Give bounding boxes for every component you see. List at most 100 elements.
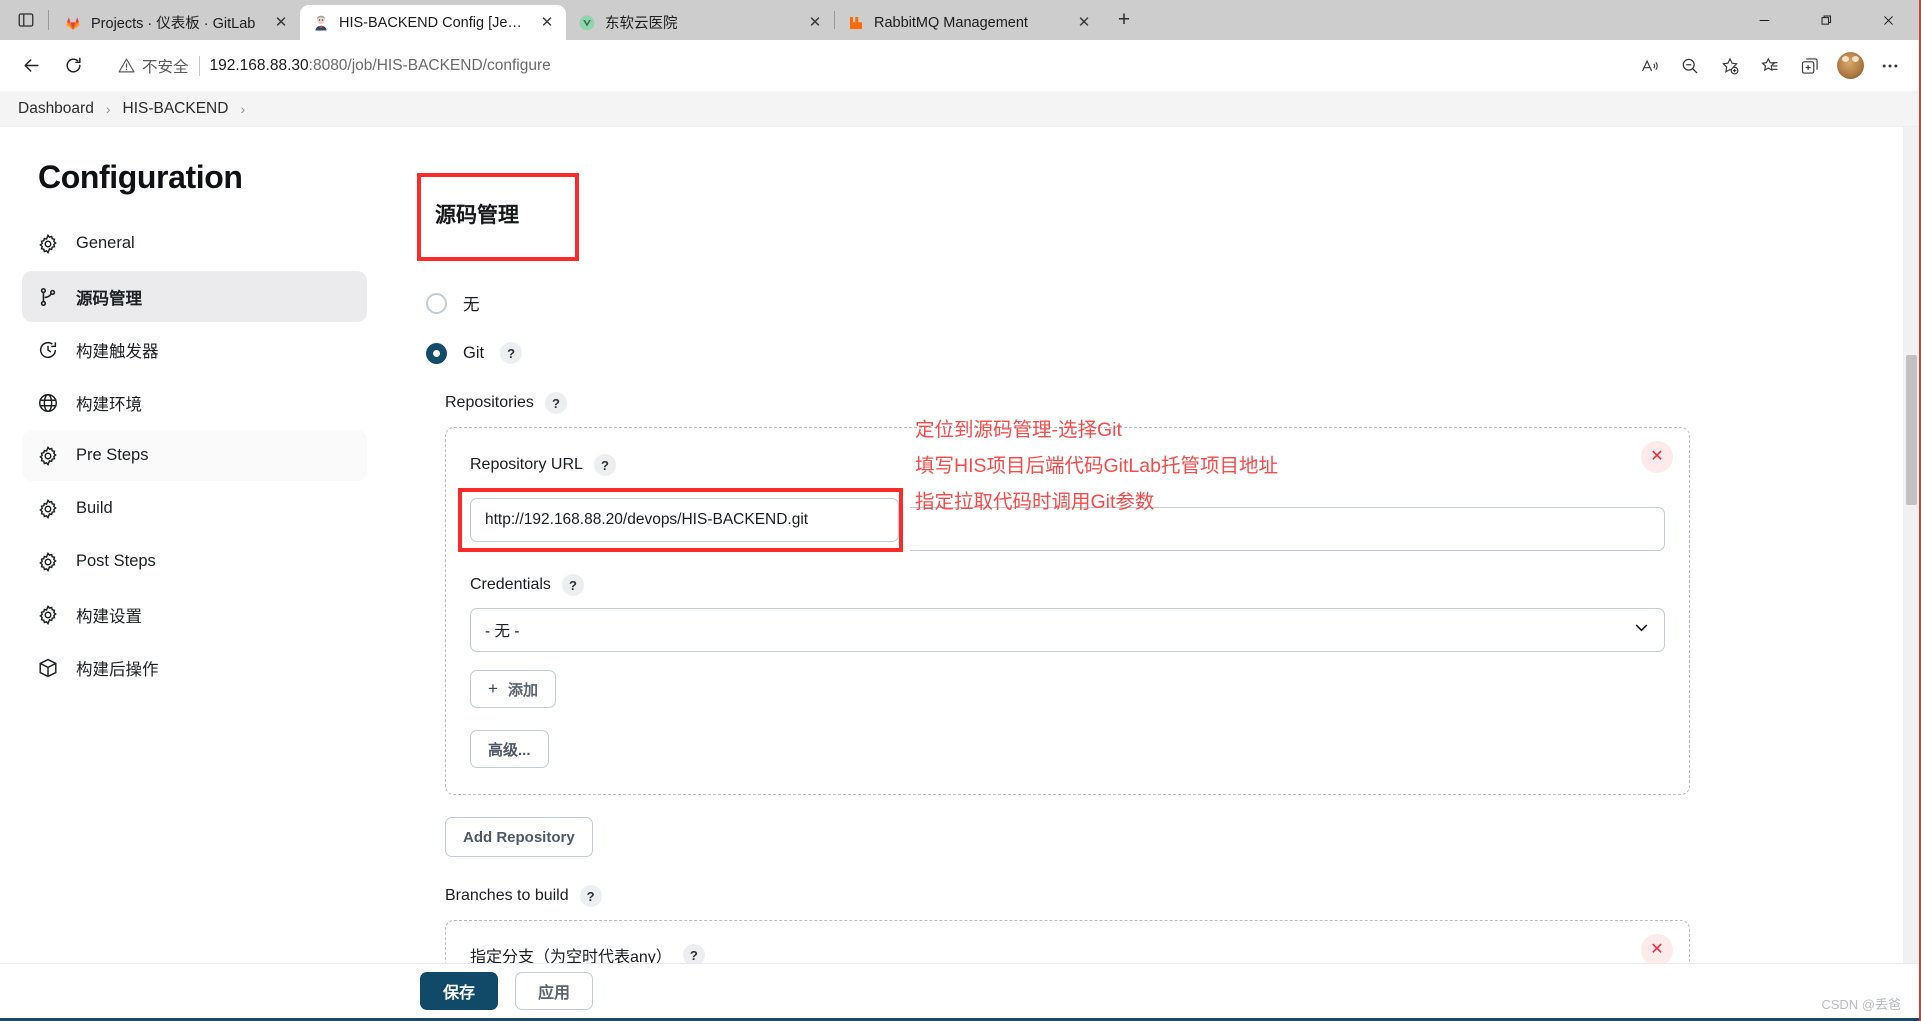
not-secure-warning[interactable]: 不安全 [118, 55, 189, 77]
help-icon[interactable]: ? [593, 454, 616, 476]
save-button[interactable]: 保存 [420, 972, 498, 1010]
advanced-button[interactable]: 高级... [470, 730, 549, 768]
vue-icon [578, 14, 596, 32]
scm-option-git[interactable]: Git ? [426, 342, 1859, 364]
branches-label-row: Branches to build ? [445, 885, 602, 907]
credentials-label-row: Credentials ? [470, 574, 584, 596]
branch-spec-label-row: 指定分支（为空时代表any） ? [470, 943, 705, 963]
sidebar-item-general[interactable]: General [22, 218, 367, 269]
help-icon[interactable]: ? [561, 574, 584, 596]
help-icon[interactable]: ? [682, 944, 705, 963]
globe-icon [36, 391, 59, 414]
url-host: 192.168.88.30 [209, 56, 309, 74]
jenkins-icon [312, 14, 330, 32]
gear-icon [36, 444, 59, 467]
gitlab-icon [64, 14, 82, 32]
close-icon[interactable]: ✕ [536, 12, 558, 34]
breadcrumb-item-dashboard[interactable]: Dashboard [18, 100, 94, 118]
add-credentials-button[interactable]: + 添加 [470, 670, 556, 708]
sidebar-item-build-settings[interactable]: 构建设置 [22, 589, 367, 640]
gear-icon [36, 550, 59, 573]
repositories-label: Repositories [445, 394, 534, 411]
credentials-label: Credentials [470, 576, 551, 593]
delete-repository-button[interactable]: ✕ [1641, 441, 1673, 473]
radio-none[interactable] [426, 292, 447, 314]
package-icon [36, 656, 59, 679]
breadcrumb-item-his-backend[interactable]: HIS-BACKEND [123, 100, 229, 118]
branch-spec-label: 指定分支（为空时代表any） [470, 949, 672, 963]
add-favorite-icon[interactable] [1711, 47, 1749, 85]
url-path: :8080/job/HIS-BACKEND/configure [308, 56, 551, 74]
page-scrollbar[interactable] [1903, 127, 1919, 963]
repository-url-highlight [458, 488, 903, 552]
delete-branch-button[interactable]: ✕ [1641, 934, 1673, 963]
browser-tab-gitlab[interactable]: Projects · 仪表板 · GitLab ✕ [52, 5, 300, 40]
help-icon[interactable]: ? [579, 885, 602, 907]
page-body: Configuration General 源码管理 构建触发器 构建环境 Pr… [0, 127, 1919, 963]
sidebar-item-pre-steps[interactable]: Pre Steps [22, 430, 367, 481]
scrollbar-thumb[interactable] [1906, 355, 1917, 505]
reload-icon[interactable] [54, 47, 92, 85]
tab-divider [48, 10, 49, 30]
address-bar[interactable]: 不安全 192.168.88.30:8080/job/HIS-BACKEND/c… [104, 47, 1627, 84]
configuration-sidebar: Configuration General 源码管理 构建触发器 构建环境 Pr… [0, 127, 395, 963]
favorites-icon[interactable] [1751, 47, 1789, 85]
browser-tab-rabbitmq[interactable]: RabbitMQ Management ✕ [835, 5, 1103, 40]
browser-toolbar: 不安全 192.168.88.30:8080/job/HIS-BACKEND/c… [0, 40, 1919, 91]
add-credentials-label: 添加 [507, 681, 538, 699]
sidebar-item-scm[interactable]: 源码管理 [22, 271, 367, 322]
add-repository-button[interactable]: Add Repository [445, 817, 593, 857]
scm-option-label: Git [463, 343, 485, 362]
credentials-select[interactable]: - 无 - [470, 608, 1665, 652]
gear-icon [36, 497, 59, 520]
sidebar-item-label: 构建设置 [76, 607, 142, 626]
settings-more-icon[interactable] [1871, 47, 1909, 85]
sidebar-item-post-steps[interactable]: Post Steps [22, 536, 367, 587]
section-title: 源码管理 [435, 204, 519, 227]
radio-git[interactable] [426, 342, 447, 364]
close-icon[interactable]: ✕ [270, 12, 292, 34]
chevron-right-icon: › [240, 100, 246, 117]
repository-url-input[interactable] [470, 498, 899, 542]
tab-title: 东软云医院 [605, 16, 678, 32]
profile-avatar[interactable] [1831, 47, 1869, 85]
help-icon[interactable]: ? [544, 392, 567, 414]
git-branch-icon [36, 285, 59, 308]
browser-tab-dongruan[interactable]: 东软云医院 ✕ [566, 5, 834, 40]
browser-tab-jenkins[interactable]: HIS-BACKEND Config [Jenkins] ✕ [300, 5, 566, 40]
page-viewport: Dashboard › HIS-BACKEND › Configuration … [0, 91, 1919, 1021]
new-tab-button[interactable]: + [1107, 3, 1141, 37]
scm-config-form: 源码管理 无 Git ? Repositories ? ✕ Repository… [395, 127, 1919, 963]
branches-label: Branches to build [445, 887, 569, 904]
collections-icon[interactable] [1791, 47, 1829, 85]
section-title-highlight: 源码管理 [417, 173, 579, 261]
clock-icon [36, 338, 59, 361]
help-icon[interactable]: ? [500, 342, 523, 364]
sidebar-item-label: General [76, 234, 135, 252]
scm-option-none[interactable]: 无 [426, 291, 1859, 315]
tab-actions-icon[interactable] [4, 0, 48, 40]
omnibox-divider [198, 55, 200, 76]
branch-entry: ✕ 指定分支（为空时代表any） ? [445, 920, 1690, 963]
avatar [1836, 52, 1864, 79]
sidebar-item-label: 构建后操作 [76, 660, 159, 679]
credentials-selected-value: - 无 - [485, 623, 520, 640]
read-aloud-icon[interactable] [1631, 47, 1669, 85]
back-icon[interactable] [12, 47, 50, 85]
repositories-group: Repositories ? ✕ Repository URL ? http:/… [445, 392, 1859, 857]
sidebar-item-build-environment[interactable]: 构建环境 [22, 377, 367, 428]
sidebar-item-build[interactable]: Build [22, 483, 367, 534]
close-icon[interactable]: ✕ [804, 12, 826, 34]
sidebar-item-post-build-actions[interactable]: 构建后操作 [22, 642, 367, 693]
restore-button[interactable] [1795, 0, 1857, 40]
minimize-button[interactable] [1733, 0, 1795, 40]
sidebar-item-build-triggers[interactable]: 构建触发器 [22, 324, 367, 375]
close-button[interactable] [1857, 0, 1919, 40]
watermark: CSDN @丢爸 [1821, 997, 1901, 1012]
breadcrumb: Dashboard › HIS-BACKEND › [0, 91, 1919, 127]
zoom-out-icon[interactable] [1671, 47, 1709, 85]
close-icon[interactable]: ✕ [1073, 12, 1095, 34]
apply-button[interactable]: 应用 [515, 972, 594, 1010]
page-title: Configuration [38, 159, 243, 195]
window-controls [1733, 0, 1919, 40]
